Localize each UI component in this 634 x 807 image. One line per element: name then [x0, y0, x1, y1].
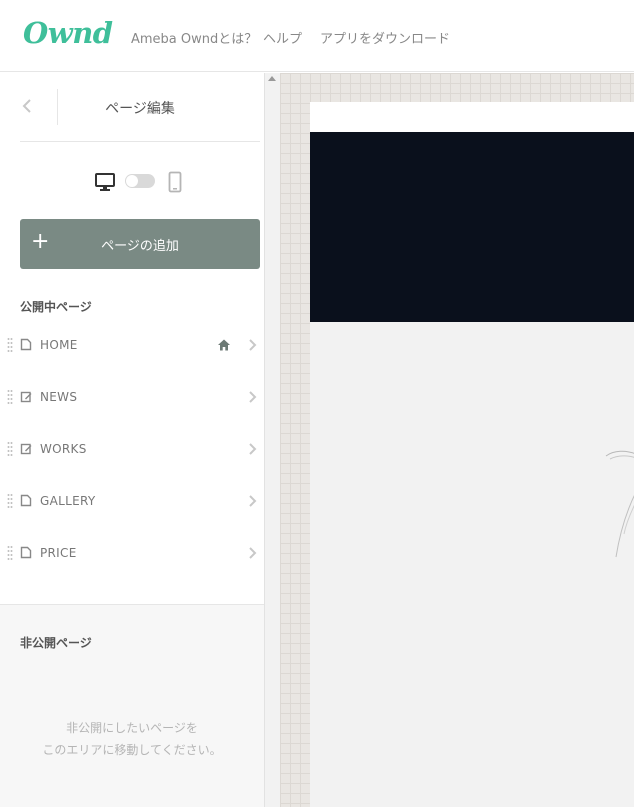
nav-help[interactable]: ヘルプ: [263, 28, 302, 47]
add-page-label: ページの追加: [101, 239, 179, 254]
preview-header-bar: [310, 102, 634, 132]
chevron-left-icon: [22, 99, 31, 113]
page-edit-sidebar: ページ編集 + ページの追加 公開中ページ HOME NEWS WORKS GA…: [0, 73, 264, 807]
chevron-right-icon: [249, 391, 257, 403]
page-item-label: HOME: [40, 338, 78, 352]
sidebar-scrollbar[interactable]: [264, 73, 280, 807]
page-item-label: WORKS: [40, 442, 87, 456]
top-header: Ownd Ameba Owndとは？ ヘルプ アプリをダウンロード: [0, 0, 634, 72]
home-icon: [218, 339, 230, 351]
page-item-price[interactable]: PRICE: [0, 534, 264, 574]
page-item-works[interactable]: WORKS: [0, 430, 264, 470]
preview-canvas: [280, 73, 634, 807]
divider: [20, 141, 260, 142]
drag-handle-icon[interactable]: [7, 337, 13, 353]
device-toggle[interactable]: [125, 174, 155, 188]
page-icon: [20, 338, 32, 351]
page-icon: [20, 494, 32, 507]
scroll-up-arrow-icon[interactable]: [268, 76, 276, 81]
page-icon: [20, 546, 32, 559]
preview-hero-image: [310, 132, 634, 322]
nav-about[interactable]: Ameba Owndとは？: [131, 28, 257, 47]
chevron-right-icon: [249, 443, 257, 455]
private-hint-line-2: このエリアに移動してください。: [42, 743, 222, 757]
toggle-knob: [126, 175, 138, 187]
drag-handle-icon[interactable]: [7, 441, 13, 457]
preview-decorative-image: [605, 450, 634, 558]
ownd-logo[interactable]: Ownd: [23, 16, 113, 50]
site-preview[interactable]: [310, 102, 634, 807]
desktop-view-button[interactable]: [94, 171, 116, 193]
private-hint-line-1: 非公開にしたいページを: [66, 721, 198, 735]
page-item-news[interactable]: NEWS: [0, 378, 264, 418]
private-pages-dropzone[interactable]: 非公開ページ 非公開にしたいページを このエリアに移動してください。: [0, 604, 264, 807]
nav-download-app[interactable]: アプリをダウンロード: [320, 28, 450, 47]
chevron-right-icon: [249, 339, 257, 351]
sidebar-title: ページ編集: [105, 101, 175, 117]
desktop-icon: [95, 173, 115, 191]
page-item-gallery[interactable]: GALLERY: [0, 482, 264, 522]
mobile-icon: [168, 171, 182, 193]
page-item-label: GALLERY: [40, 494, 96, 508]
chevron-right-icon: [249, 495, 257, 507]
edit-icon: [20, 391, 32, 403]
published-pages-heading: 公開中ページ: [20, 300, 92, 314]
drag-handle-icon[interactable]: [7, 493, 13, 509]
back-button[interactable]: [12, 91, 42, 121]
chevron-right-icon: [249, 547, 257, 559]
mobile-view-button[interactable]: [168, 171, 182, 193]
drag-handle-icon[interactable]: [7, 389, 13, 405]
add-page-button[interactable]: + ページの追加: [20, 219, 260, 269]
page-item-label: PRICE: [40, 546, 77, 560]
page-item-label: NEWS: [40, 390, 78, 404]
drag-handle-icon[interactable]: [7, 545, 13, 561]
page-item-home[interactable]: HOME: [0, 326, 264, 366]
edit-icon: [20, 443, 32, 455]
private-pages-heading: 非公開ページ: [20, 636, 92, 650]
